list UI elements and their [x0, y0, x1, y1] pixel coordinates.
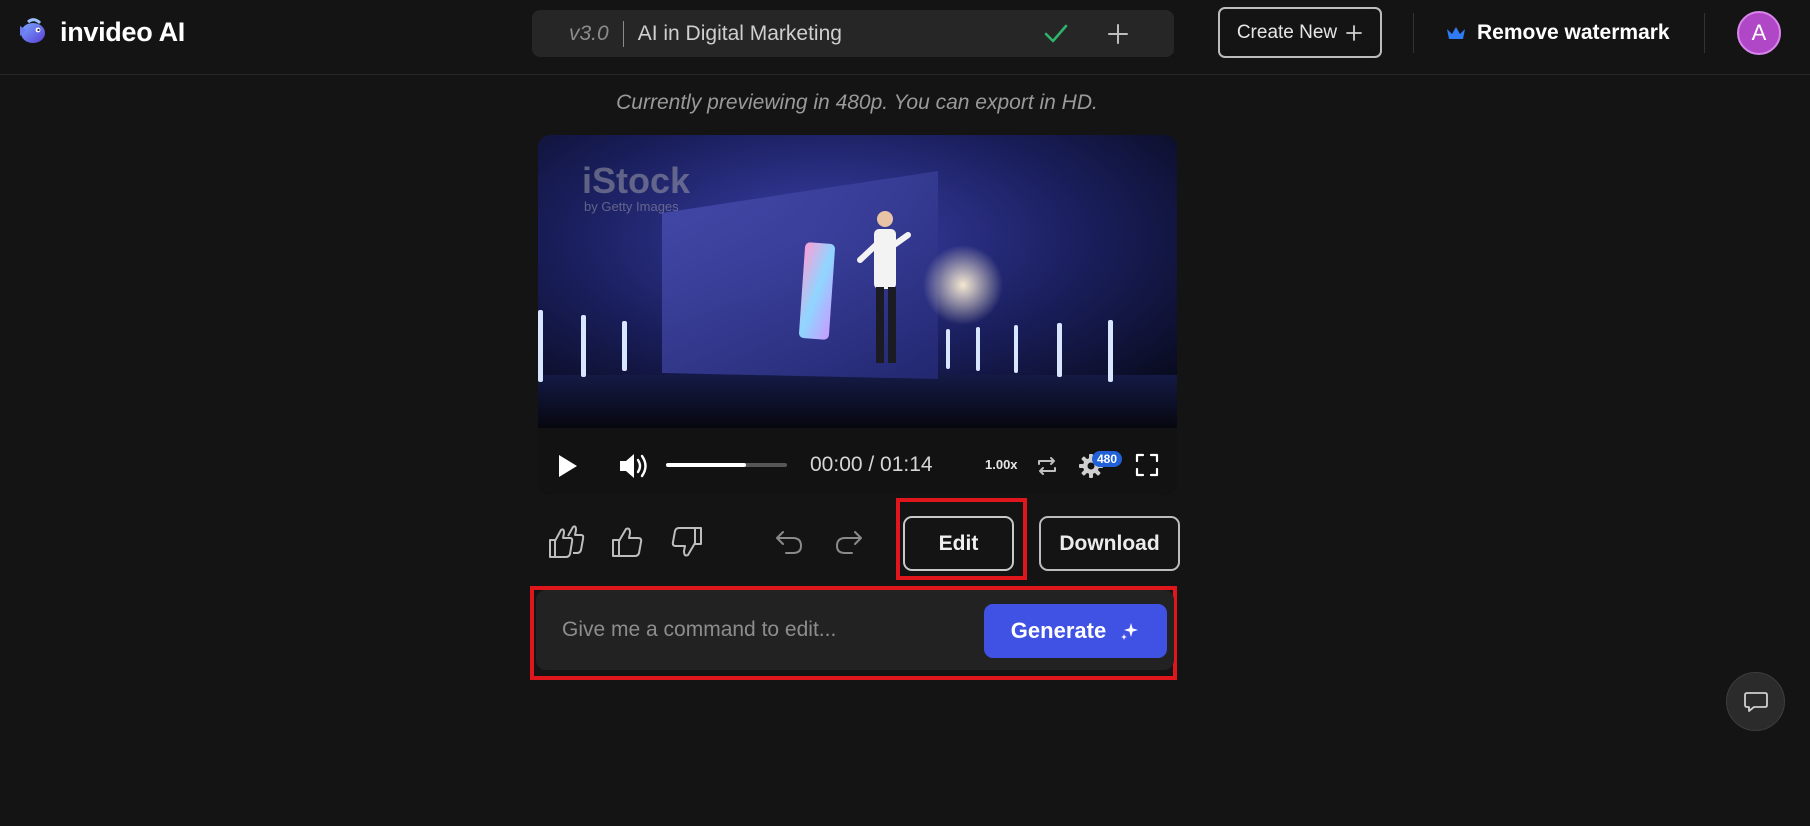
crown-icon [1447, 27, 1465, 39]
redo-icon[interactable] [834, 528, 864, 556]
stock-watermark-text: iStock [582, 160, 691, 201]
video-frame[interactable]: iStock by Getty Images [538, 135, 1177, 428]
volume-slider[interactable] [666, 463, 787, 467]
remove-watermark-button[interactable]: Remove watermark [1445, 14, 1670, 52]
avatar-initial: A [1751, 20, 1767, 45]
play-icon[interactable] [556, 453, 580, 479]
playback-speed[interactable]: 1.00x [985, 457, 1018, 472]
brand-name: invideo AI [60, 16, 186, 47]
brand[interactable]: invideo AI [16, 14, 185, 50]
avatar[interactable]: A [1737, 11, 1781, 55]
thumbs-up-icon[interactable] [611, 526, 643, 558]
check-icon [1044, 24, 1068, 43]
volume-icon[interactable] [617, 451, 651, 481]
create-new-button[interactable]: Create New [1218, 7, 1382, 58]
project-title-bar[interactable]: v3.0 AI in Digital Marketing [532, 10, 1174, 57]
generate-button[interactable]: Generate [984, 604, 1167, 658]
remove-watermark-label: Remove watermark [1477, 21, 1670, 44]
project-title[interactable]: AI in Digital Marketing [638, 22, 842, 46]
download-label: Download [1059, 531, 1160, 555]
stock-watermark-subtext: by Getty Images [584, 199, 679, 214]
thumbs-down-icon[interactable] [671, 526, 703, 558]
command-input[interactable] [562, 610, 972, 650]
divider [622, 20, 624, 47]
create-new-label: Create New [1236, 21, 1338, 43]
chat-support-button[interactable] [1726, 672, 1785, 731]
divider [1413, 13, 1414, 53]
loop-icon[interactable] [1034, 453, 1060, 479]
version-label: v3.0 [569, 21, 609, 45]
plus-icon [1346, 24, 1363, 41]
download-button[interactable]: Download [1039, 516, 1180, 571]
thumbs-double-icon[interactable] [548, 524, 586, 560]
volume-level [666, 463, 746, 467]
video-player[interactable]: iStock by Getty Images 00:00 / 01:14 1.0… [538, 135, 1177, 495]
time-display: 00:00 / 01:14 [810, 453, 933, 476]
sparkle-icon [1121, 623, 1139, 640]
edit-label: Edit [938, 531, 979, 555]
plus-icon[interactable] [1105, 21, 1131, 47]
edit-button[interactable]: Edit [903, 516, 1014, 571]
top-bar: invideo AI v3.0 AI in Digital Marketing … [0, 0, 1810, 75]
preview-note: Currently previewing in 480p. You can ex… [616, 91, 1098, 114]
divider [1704, 13, 1705, 53]
fish-logo-icon [20, 18, 45, 43]
resolution-badge: 480 [1092, 451, 1123, 467]
undo-icon[interactable] [774, 528, 804, 556]
chat-bubble-icon [1743, 691, 1768, 712]
generate-label: Generate [1010, 618, 1107, 643]
command-bar: Generate [536, 590, 1174, 670]
fullscreen-icon[interactable] [1135, 453, 1159, 477]
